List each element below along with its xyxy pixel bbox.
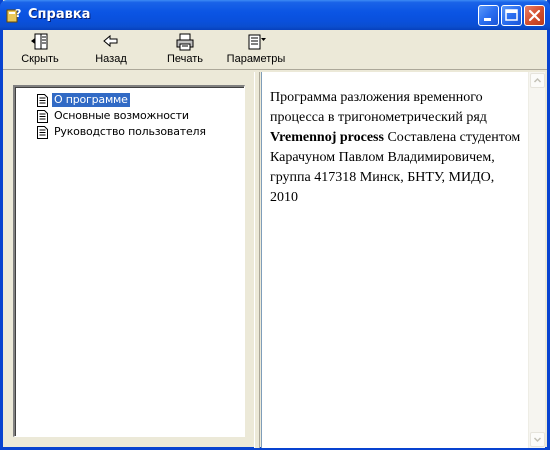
window-title: Справка [28,7,91,22]
minimize-button[interactable] [478,5,499,26]
help-book-icon: ? [6,7,21,23]
hide-pane-icon [31,33,48,50]
print-label: Печать [166,53,204,65]
tree-item-about[interactable]: О программе [37,92,208,108]
close-icon [528,9,541,22]
print-button[interactable]: Печать [163,32,207,68]
printer-icon [176,33,194,51]
topic-page-icon [37,109,48,123]
vertical-scrollbar[interactable] [528,72,545,448]
back-label: Назад [95,53,127,65]
topic-page-icon [37,125,48,139]
scroll-down-button[interactable] [530,432,545,447]
program-name: Vremennoj process [270,130,384,145]
tree-item-label: Основные возможности [54,109,189,122]
title-bar[interactable]: ? Справка [0,0,550,30]
chevron-down-icon [533,437,542,443]
options-button[interactable]: Параметры [223,32,289,68]
hide-label: Скрыть [21,53,59,65]
topic-page-icon [37,93,48,107]
maximize-button[interactable] [501,5,522,26]
chevron-up-icon [533,77,542,83]
scroll-up-button[interactable] [530,73,545,88]
toolbar: Скрыть Назад Печать Параметры [3,30,547,70]
options-label: Параметры [226,53,286,65]
options-icon [248,34,266,50]
topic-text-start: Программа разложения временного процесса… [270,90,487,125]
back-button[interactable]: Назад [91,32,131,68]
maximize-icon [505,9,518,21]
hide-button[interactable]: Скрыть [17,32,63,68]
minimize-icon [484,18,491,21]
pane-splitter[interactable] [254,72,260,448]
tree-item-user-guide[interactable]: Руководство пользователя [37,124,208,140]
topic-content-pane: Программа разложения временного процесса… [261,72,545,448]
back-arrow-icon [103,34,118,48]
tree-item-features[interactable]: Основные возможности [37,108,208,124]
contents-tree: О программе Основные возможности Руковод… [37,92,208,140]
tree-item-label: Руководство пользователя [54,125,206,138]
close-button[interactable] [524,5,545,26]
tree-item-label: О программе [51,92,131,108]
topic-text: Программа разложения временного процесса… [270,88,525,208]
svg-text:?: ? [15,7,21,20]
contents-tree-pane[interactable]: О программе Основные возможности Руковод… [13,85,245,437]
